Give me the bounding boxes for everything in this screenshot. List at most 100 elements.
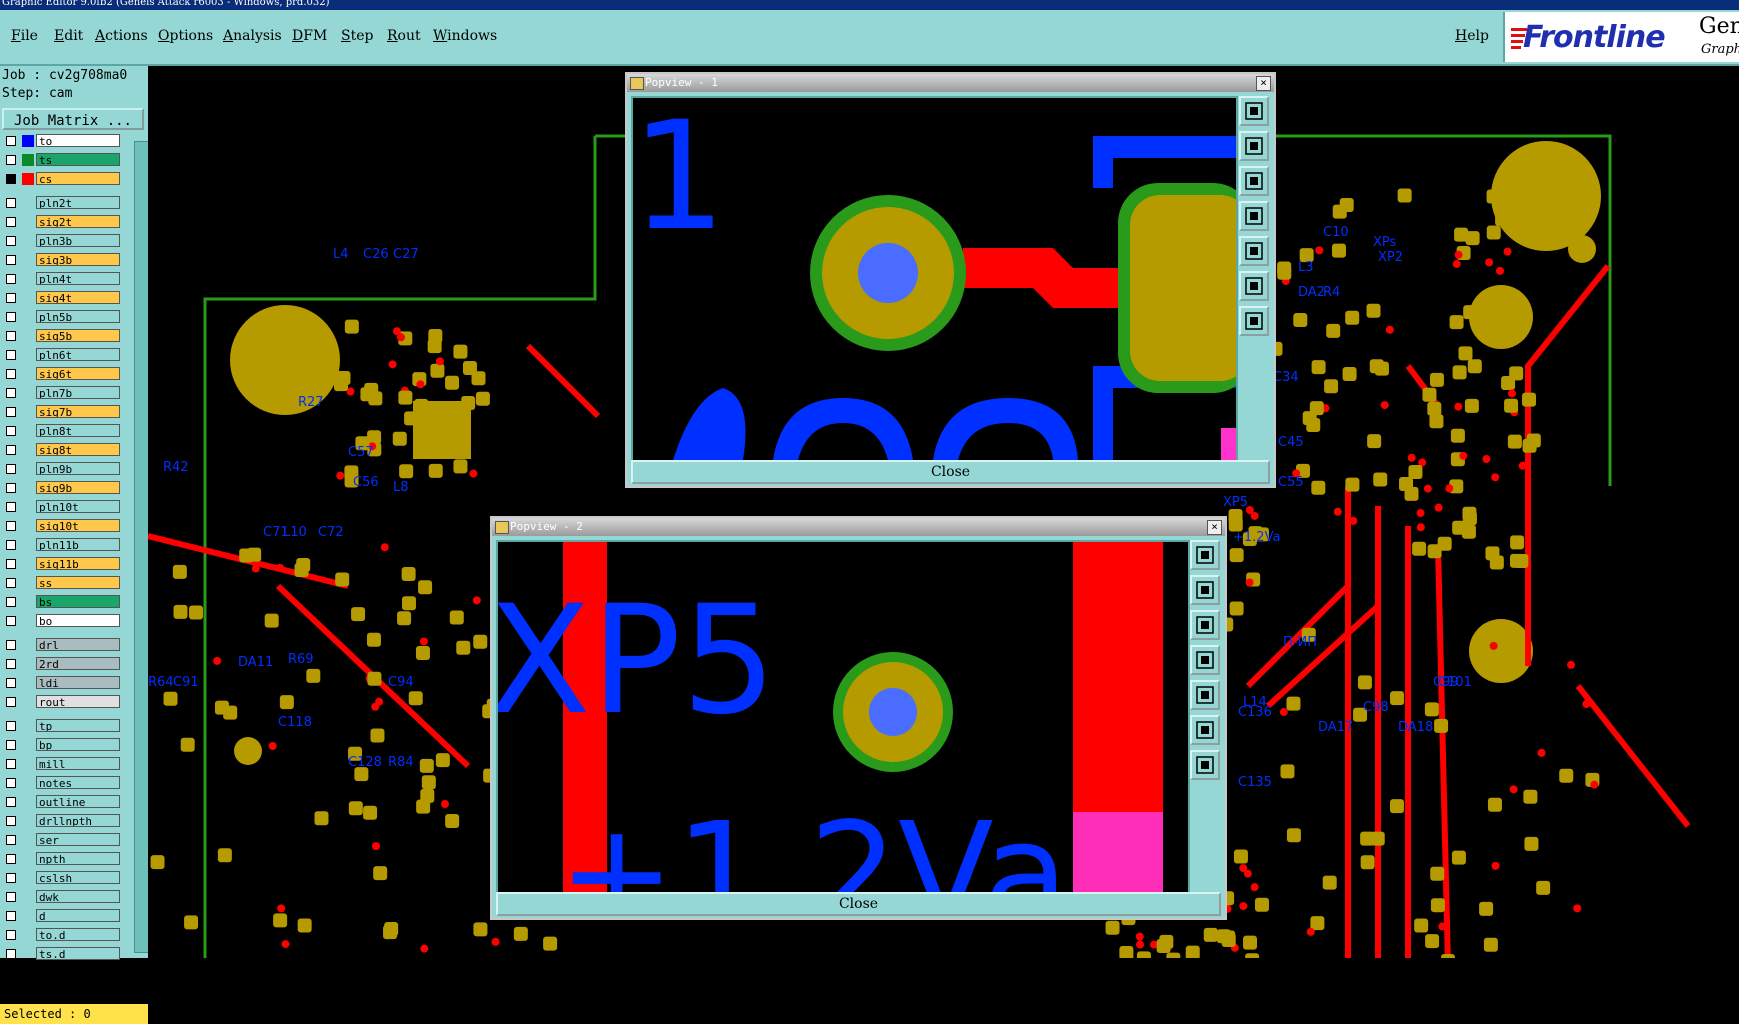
layer-checkbox[interactable] — [6, 640, 16, 650]
layer-checkbox[interactable] — [6, 255, 16, 265]
layer-checkbox[interactable] — [6, 835, 16, 845]
layer-name[interactable]: bs — [36, 595, 120, 608]
layer-name[interactable]: npth — [36, 852, 120, 865]
layer-row-sig5b[interactable]: sig5b — [2, 329, 122, 343]
layer-row-to[interactable]: to — [2, 134, 122, 148]
layer-checkbox[interactable] — [6, 816, 16, 826]
layer-name[interactable]: pln7b — [36, 386, 120, 399]
layer-row-sig10t[interactable]: sig10t — [2, 519, 122, 533]
move-down-icon[interactable] — [1239, 166, 1269, 196]
layer-row-d[interactable]: d — [2, 909, 122, 923]
layer-checkbox[interactable] — [6, 464, 16, 474]
layer-name[interactable]: pln6t — [36, 348, 120, 361]
layer-name[interactable]: sig5b — [36, 329, 120, 342]
layer-checkbox[interactable] — [6, 312, 16, 322]
layer-row-sig6t[interactable]: sig6t — [2, 367, 122, 381]
layer-name[interactable]: pln2t — [36, 196, 120, 209]
layer-checkbox[interactable] — [6, 388, 16, 398]
layer-name[interactable]: mill — [36, 757, 120, 770]
layer-checkbox[interactable] — [6, 217, 16, 227]
layer-row-sig9b[interactable]: sig9b — [2, 481, 122, 495]
menu-file[interactable]: File — [11, 28, 38, 44]
layer-row-pln5b[interactable]: pln5b — [2, 310, 122, 324]
layer-name[interactable]: ts.d — [36, 947, 120, 960]
layer-name[interactable]: pln3b — [36, 234, 120, 247]
layer-checkbox[interactable] — [6, 659, 16, 669]
layer-row-ts-d[interactable]: ts.d — [2, 947, 122, 961]
move-left-icon[interactable] — [1239, 201, 1269, 231]
layer-name[interactable]: sig11b — [36, 557, 120, 570]
layer-checkbox[interactable] — [6, 369, 16, 379]
layer-checkbox[interactable] — [6, 331, 16, 341]
popview-1-close-icon[interactable]: × — [1256, 76, 1271, 91]
popview-2-close-icon[interactable]: × — [1207, 520, 1222, 535]
layer-checkbox[interactable] — [6, 578, 16, 588]
layer-row-pln4t[interactable]: pln4t — [2, 272, 122, 286]
menu-help[interactable]: Help — [1455, 28, 1489, 44]
layer-name[interactable]: sig4t — [36, 291, 120, 304]
move-left-icon[interactable] — [1190, 645, 1220, 675]
popview-1-view[interactable]: 1 — [631, 96, 1238, 462]
layer-checkbox[interactable] — [6, 911, 16, 921]
popview-1-titlebar[interactable]: Popview - 1 × — [627, 74, 1274, 92]
layer-name[interactable]: 2rd — [36, 657, 120, 670]
layer-color-swatch[interactable] — [22, 173, 34, 185]
layer-name[interactable]: ser — [36, 833, 120, 846]
layer-checkbox[interactable] — [6, 759, 16, 769]
layer-row-ts[interactable]: ts — [2, 153, 122, 167]
layer-row-cslsh[interactable]: cslsh — [2, 871, 122, 885]
zoom-in-icon[interactable] — [1190, 715, 1220, 745]
menu-rout[interactable]: Rout — [387, 28, 421, 44]
layer-checkbox[interactable] — [6, 697, 16, 707]
layer-row-mill[interactable]: mill — [2, 757, 122, 771]
layer-row-sig3b[interactable]: sig3b — [2, 253, 122, 267]
layer-name[interactable]: sig10t — [36, 519, 120, 532]
layer-name[interactable]: outline — [36, 795, 120, 808]
menu-actions[interactable]: Actions — [95, 28, 148, 44]
layer-row-ss[interactable]: ss — [2, 576, 122, 590]
layer-name[interactable]: bp — [36, 738, 120, 751]
layer-row-sig11b[interactable]: sig11b — [2, 557, 122, 571]
layer-row-sig8t[interactable]: sig8t — [2, 443, 122, 457]
layer-checkbox[interactable] — [6, 136, 16, 146]
layer-row-2rd[interactable]: 2rd — [2, 657, 122, 671]
menu-dfm[interactable]: DFM — [292, 28, 327, 44]
move-right-icon[interactable] — [1239, 236, 1269, 266]
job-matrix-button[interactable]: Job Matrix ... — [2, 108, 144, 130]
layer-checkbox[interactable] — [6, 293, 16, 303]
zoom-out-icon[interactable] — [1239, 306, 1269, 336]
layer-checkbox[interactable] — [6, 678, 16, 688]
layer-row-ser[interactable]: ser — [2, 833, 122, 847]
layer-checkbox[interactable] — [6, 407, 16, 417]
layer-row-outline[interactable]: outline — [2, 795, 122, 809]
layer-scrollbar[interactable] — [134, 141, 149, 953]
move-up-icon[interactable] — [1190, 575, 1220, 605]
layer-color-swatch[interactable] — [22, 135, 34, 147]
layer-name[interactable]: sig2t — [36, 215, 120, 228]
zoom-out-icon[interactable] — [1190, 750, 1220, 780]
layer-name[interactable]: dwk — [36, 890, 120, 903]
layer-checkbox[interactable] — [6, 236, 16, 246]
layer-checkbox[interactable] — [6, 892, 16, 902]
layer-row-drllnpth[interactable]: drllnpth — [2, 814, 122, 828]
menu-analysis[interactable]: Analysis — [223, 28, 282, 44]
layer-name[interactable]: sig8t — [36, 443, 120, 456]
zoom-in-icon[interactable] — [1239, 271, 1269, 301]
layer-checkbox[interactable] — [6, 274, 16, 284]
layer-checkbox[interactable] — [6, 174, 16, 184]
layer-name[interactable]: notes — [36, 776, 120, 789]
layer-row-bp[interactable]: bp — [2, 738, 122, 752]
layer-row-pln11b[interactable]: pln11b — [2, 538, 122, 552]
layer-name[interactable]: tp — [36, 719, 120, 732]
layer-name[interactable]: pln11b — [36, 538, 120, 551]
move-up-icon[interactable] — [1239, 131, 1269, 161]
menu-windows[interactable]: Windows — [433, 28, 497, 44]
layer-checkbox[interactable] — [6, 873, 16, 883]
layer-row-cs[interactable]: cs — [2, 172, 122, 186]
layer-name[interactable]: pln5b — [36, 310, 120, 323]
layer-name[interactable]: to — [36, 134, 120, 147]
zoom-fit-icon[interactable] — [1239, 96, 1269, 126]
layer-name[interactable]: rout — [36, 695, 120, 708]
layer-row-sig7b[interactable]: sig7b — [2, 405, 122, 419]
layer-row-ldi[interactable]: ldi — [2, 676, 122, 690]
